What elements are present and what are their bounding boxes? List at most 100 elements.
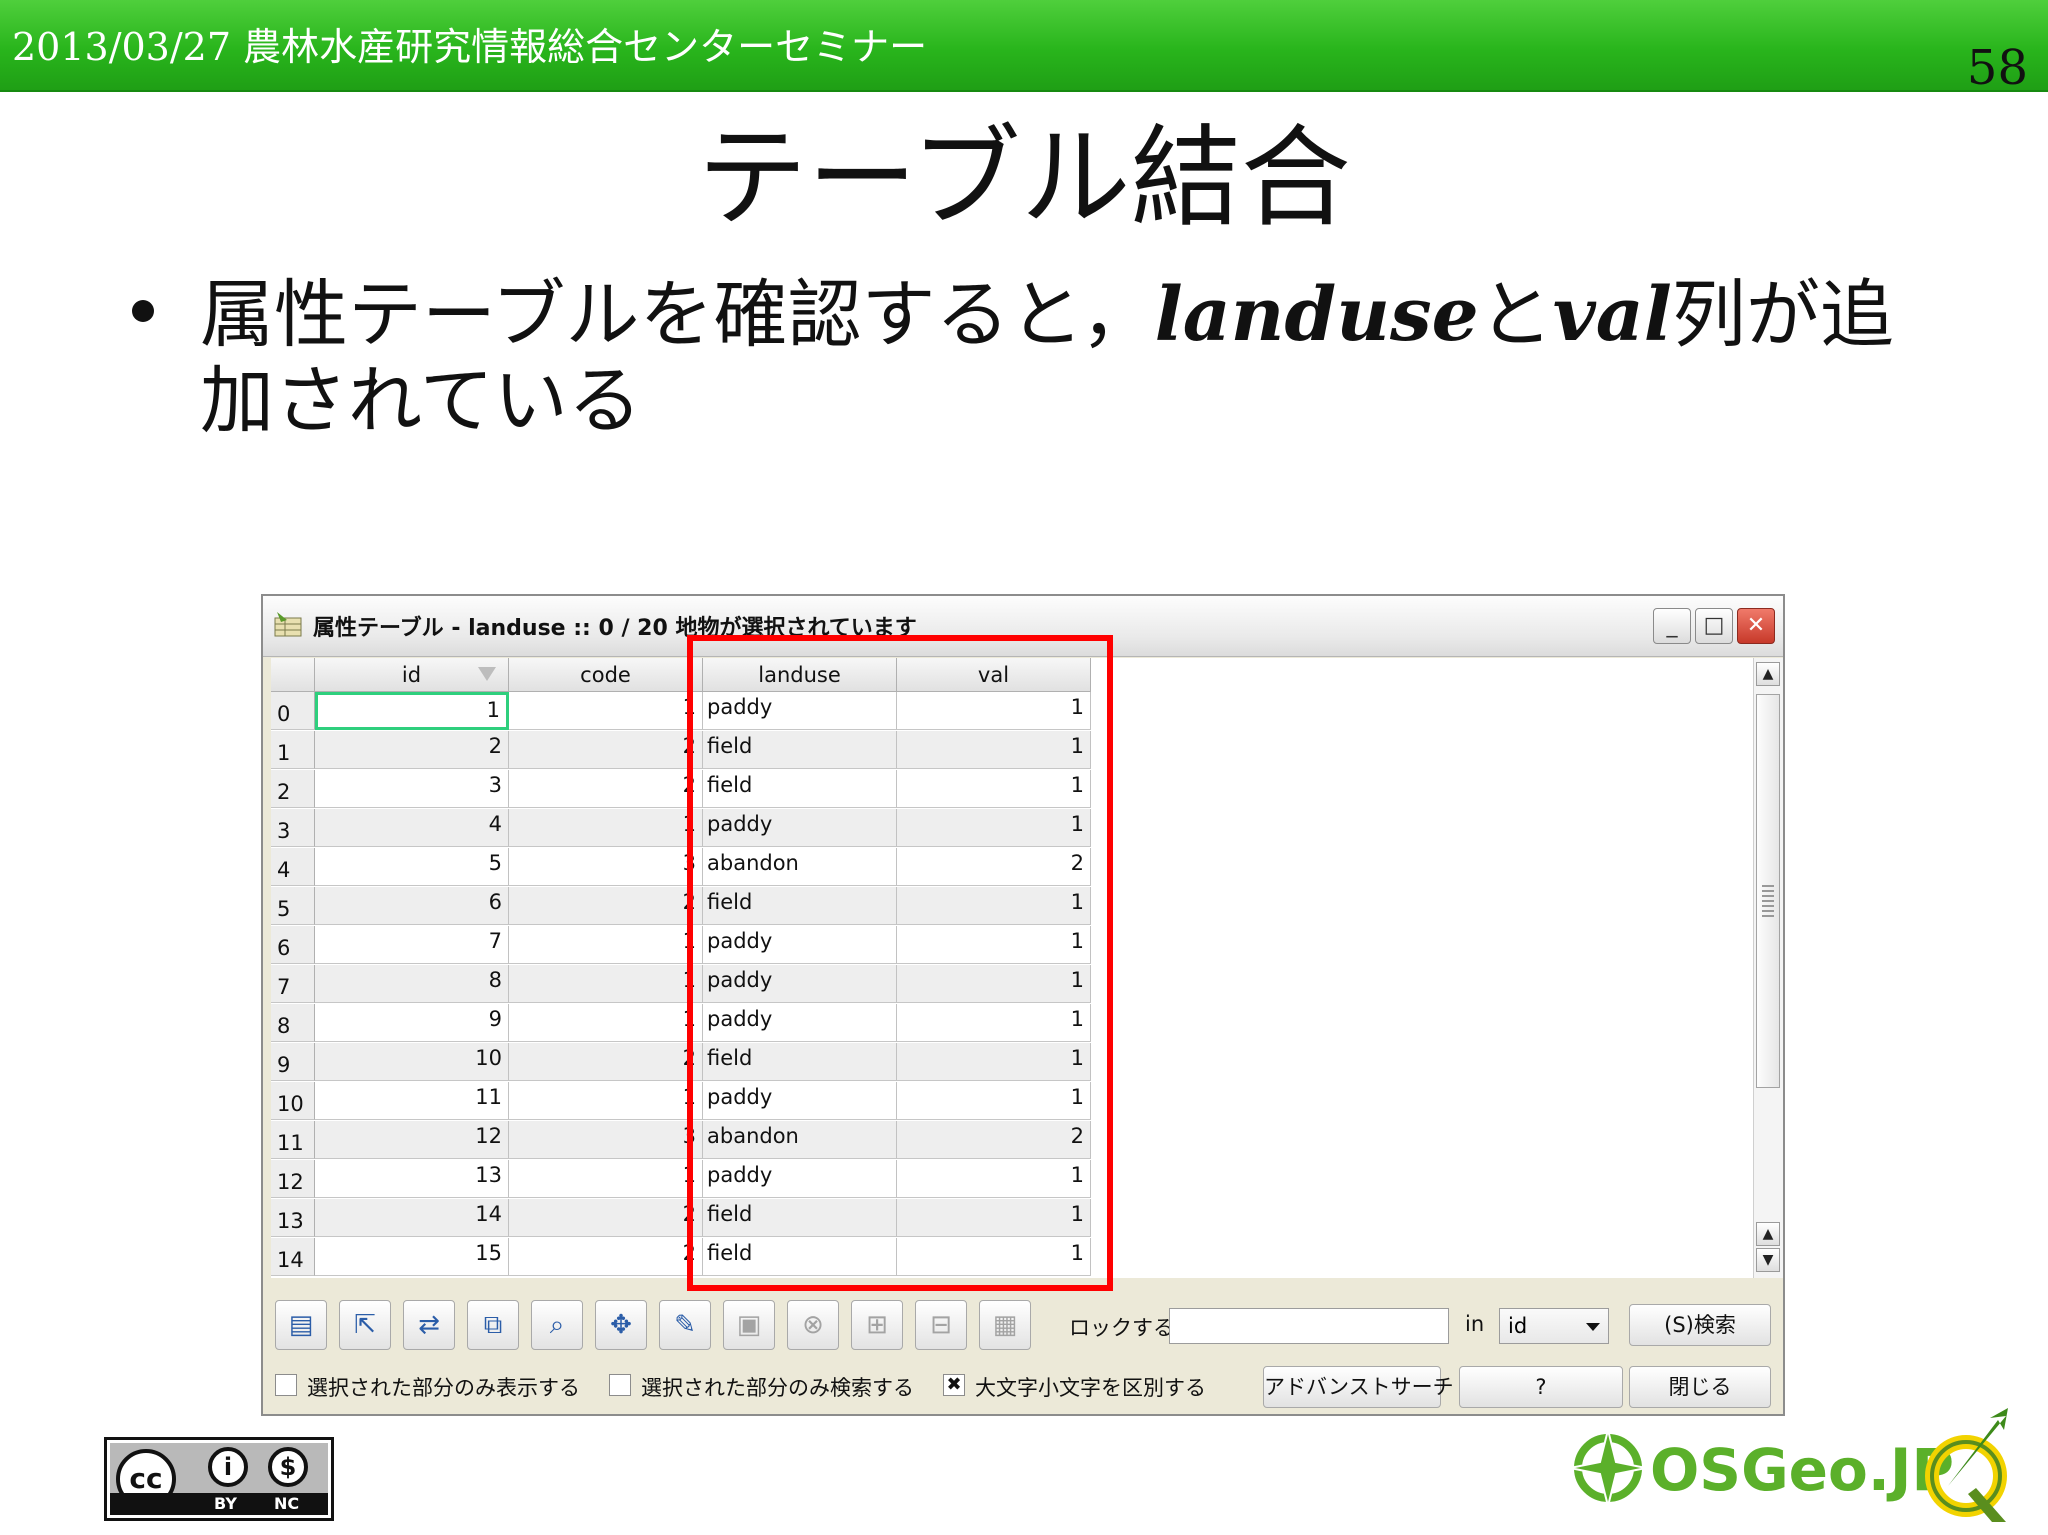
cell-id[interactable]: 9 <box>315 1004 509 1042</box>
cell-id[interactable]: 3 <box>315 770 509 808</box>
cell-code[interactable]: 2 <box>509 770 703 808</box>
column-header-val[interactable]: val <box>897 658 1091 692</box>
close-button[interactable]: 閉じる <box>1629 1366 1771 1408</box>
cell-code[interactable]: 3 <box>509 1121 703 1159</box>
table-row[interactable]: 1 2 2 field 1 <box>271 731 1753 769</box>
table-row[interactable]: 14 15 2 field 1 <box>271 1238 1753 1276</box>
row-header[interactable]: 1 <box>271 731 315 769</box>
table-row[interactable]: 3 4 1 paddy 1 <box>271 809 1753 847</box>
cell-code[interactable]: 1 <box>509 926 703 964</box>
cell-val[interactable]: 1 <box>897 770 1091 808</box>
advanced-search-button[interactable]: アドバンストサーチ <box>1263 1366 1454 1408</box>
table-row[interactable]: 12 13 1 paddy 1 <box>271 1160 1753 1198</box>
row-header[interactable]: 4 <box>271 848 315 886</box>
cell-code[interactable]: 2 <box>509 731 703 769</box>
cell-id[interactable]: 11 <box>315 1082 509 1120</box>
save-edits-icon[interactable]: ▣ <box>723 1300 775 1350</box>
cell-val[interactable]: 1 <box>897 731 1091 769</box>
scroll-page-up-button[interactable]: ▲ <box>1756 1222 1780 1246</box>
toggle-editing-icon[interactable]: ✎ <box>659 1300 711 1350</box>
table-row[interactable]: 11 12 3 abandon 2 <box>271 1121 1753 1159</box>
cell-val[interactable]: 1 <box>897 887 1091 925</box>
cell-landuse[interactable]: field <box>703 1043 897 1081</box>
cell-landuse[interactable]: paddy <box>703 1004 897 1042</box>
column-header-id[interactable]: id <box>315 658 509 692</box>
cell-landuse[interactable]: paddy <box>703 1160 897 1198</box>
cell-landuse[interactable]: abandon <box>703 1121 897 1159</box>
grid-corner[interactable] <box>271 658 315 692</box>
copy-selected-rows-icon[interactable]: ⧉ <box>467 1300 519 1350</box>
column-header-code[interactable]: code <box>509 658 703 692</box>
show-selected-only-checkbox[interactable] <box>275 1374 297 1396</box>
cell-code[interactable]: 3 <box>509 848 703 886</box>
cell-landuse[interactable]: field <box>703 1238 897 1276</box>
cell-code[interactable]: 1 <box>509 1004 703 1042</box>
cell-landuse[interactable]: paddy <box>703 692 897 730</box>
cell-landuse[interactable]: field <box>703 770 897 808</box>
zoom-to-selection-icon[interactable]: ⌕ <box>531 1300 583 1350</box>
cell-val[interactable]: 1 <box>897 1043 1091 1081</box>
table-row[interactable]: 13 14 2 field 1 <box>271 1199 1753 1237</box>
cell-val[interactable]: 1 <box>897 965 1091 1003</box>
table-row[interactable]: 0 1 1 paddy 1 <box>271 692 1753 730</box>
row-header[interactable]: 0 <box>271 692 315 730</box>
cell-id[interactable]: 14 <box>315 1199 509 1237</box>
pan-to-selection-icon[interactable]: ✥ <box>595 1300 647 1350</box>
cell-code[interactable]: 1 <box>509 1160 703 1198</box>
scroll-up-button[interactable]: ▲ <box>1756 662 1780 686</box>
table-row[interactable]: 4 5 3 abandon 2 <box>271 848 1753 886</box>
cell-landuse[interactable]: paddy <box>703 1082 897 1120</box>
case-sensitive-checkbox[interactable]: ✖ <box>943 1374 965 1396</box>
cell-val[interactable]: 1 <box>897 1238 1091 1276</box>
vertical-scrollbar[interactable]: ▲ ▲ ▼ <box>1753 658 1783 1278</box>
cell-code[interactable]: 1 <box>509 809 703 847</box>
help-button[interactable]: ? <box>1459 1366 1623 1408</box>
delete-selected-icon[interactable]: ⊗ <box>787 1300 839 1350</box>
cell-code[interactable]: 2 <box>509 1043 703 1081</box>
cell-val[interactable]: 2 <box>897 848 1091 886</box>
row-header[interactable]: 8 <box>271 1004 315 1042</box>
scroll-down-button[interactable]: ▼ <box>1756 1248 1780 1272</box>
window-titlebar[interactable]: 属性テーブル - landuse :: 0 / 20 地物が選択されています _… <box>263 596 1783 657</box>
maximize-button[interactable]: □ <box>1695 608 1733 644</box>
table-row[interactable]: 7 8 1 paddy 1 <box>271 965 1753 1003</box>
scroll-thumb[interactable] <box>1756 694 1780 1088</box>
new-column-icon[interactable]: ⊞ <box>851 1300 903 1350</box>
cell-val[interactable]: 1 <box>897 1199 1091 1237</box>
table-row[interactable]: 5 6 2 field 1 <box>271 887 1753 925</box>
cell-landuse[interactable]: field <box>703 887 897 925</box>
row-header[interactable]: 6 <box>271 926 315 964</box>
search-field-select[interactable]: id <box>1499 1308 1609 1344</box>
cell-code[interactable]: 2 <box>509 887 703 925</box>
table-row[interactable]: 10 11 1 paddy 1 <box>271 1082 1753 1120</box>
row-header[interactable]: 2 <box>271 770 315 808</box>
cell-landuse[interactable]: field <box>703 1199 897 1237</box>
table-row[interactable]: 8 9 1 paddy 1 <box>271 1004 1753 1042</box>
row-header[interactable]: 13 <box>271 1199 315 1237</box>
cell-id[interactable]: 4 <box>315 809 509 847</box>
cell-val[interactable]: 1 <box>897 1082 1091 1120</box>
invert-selection-icon[interactable]: ⇄ <box>403 1300 455 1350</box>
row-header[interactable]: 10 <box>271 1082 315 1120</box>
row-header[interactable]: 7 <box>271 965 315 1003</box>
unselect-all-icon[interactable]: ▤ <box>275 1300 327 1350</box>
cell-landuse[interactable]: paddy <box>703 965 897 1003</box>
column-header-landuse[interactable]: landuse <box>703 658 897 692</box>
cell-landuse[interactable]: paddy <box>703 926 897 964</box>
cell-id[interactable]: 15 <box>315 1238 509 1276</box>
cell-id[interactable]: 5 <box>315 848 509 886</box>
cell-code[interactable]: 2 <box>509 1199 703 1237</box>
cell-val[interactable]: 1 <box>897 926 1091 964</box>
cell-code[interactable]: 1 <box>509 1082 703 1120</box>
cell-id[interactable]: 10 <box>315 1043 509 1081</box>
close-window-button[interactable]: ✕ <box>1737 608 1775 644</box>
cell-id[interactable]: 12 <box>315 1121 509 1159</box>
row-header[interactable]: 12 <box>271 1160 315 1198</box>
row-header[interactable]: 5 <box>271 887 315 925</box>
search-input[interactable] <box>1169 1308 1449 1344</box>
cell-code[interactable]: 1 <box>509 692 703 730</box>
cell-id[interactable]: 2 <box>315 731 509 769</box>
cell-code[interactable]: 1 <box>509 965 703 1003</box>
row-header[interactable]: 14 <box>271 1238 315 1276</box>
cell-id[interactable]: 8 <box>315 965 509 1003</box>
